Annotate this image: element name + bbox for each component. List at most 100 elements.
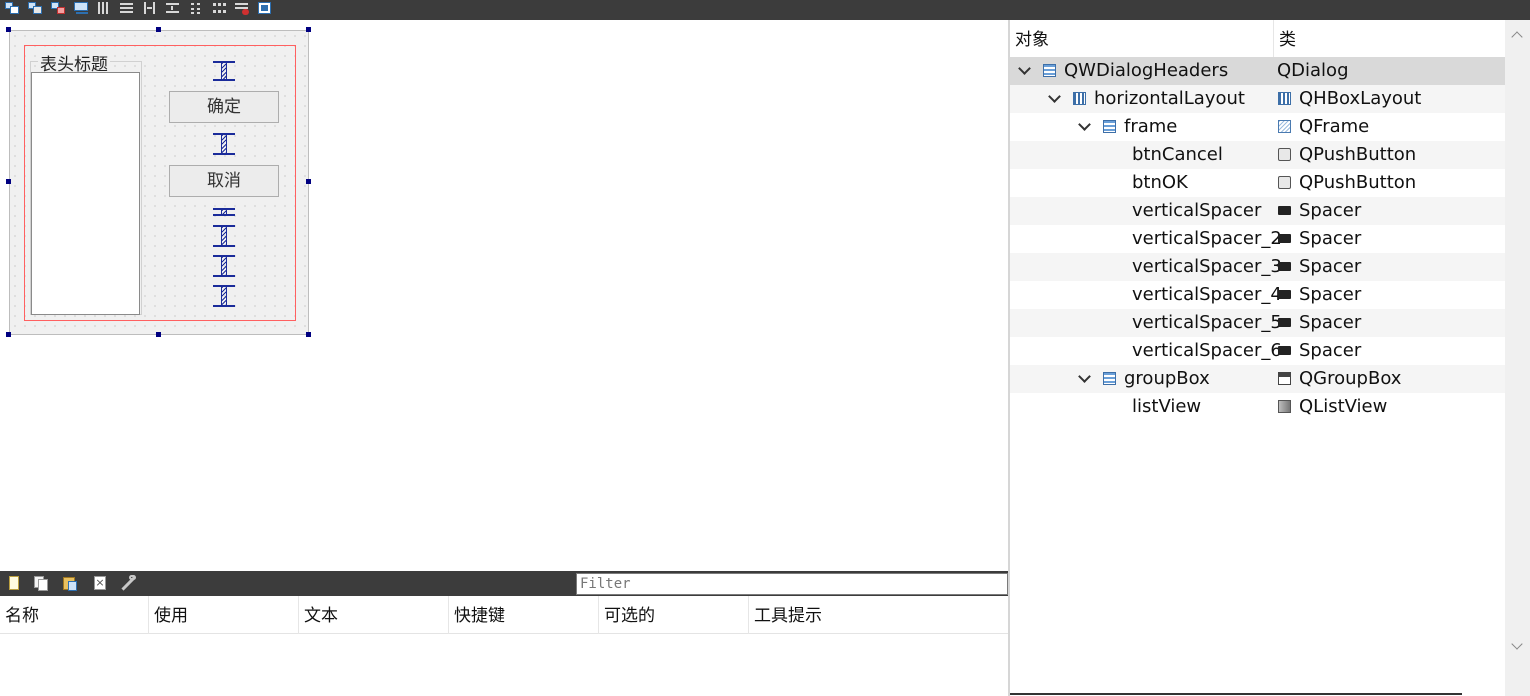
object-name: verticalSpacer_5 <box>1132 312 1282 333</box>
chevron-down-icon[interactable] <box>1078 120 1090 132</box>
class-name: QPushButton <box>1299 172 1417 193</box>
class-name: Spacer <box>1299 200 1362 221</box>
class-name: Spacer <box>1299 228 1362 249</box>
edit-signals-slots-icon[interactable] <box>27 1 43 15</box>
resize-handle-top-left[interactable] <box>6 27 11 32</box>
tree-row-btncancel[interactable]: btnCancel QPushButton <box>1010 141 1505 169</box>
vertical-scrollbar[interactable] <box>1505 20 1530 696</box>
tree-row-verticalspacer-6[interactable]: verticalSpacer_6 Spacer <box>1010 337 1505 365</box>
tree-row-qwdialogheaders[interactable]: QWDialogHeaders QDialog <box>1010 57 1505 85</box>
class-name: QDialog <box>1277 60 1349 81</box>
object-name: verticalSpacer_3 <box>1132 256 1282 277</box>
column-header-object[interactable]: 对象 <box>1010 20 1274 58</box>
spacer-icon <box>1278 206 1291 215</box>
edit-buddies-icon[interactable] <box>50 1 66 15</box>
object-name: QWDialogHeaders <box>1064 60 1229 81</box>
vertical-spacer-4[interactable] <box>213 225 235 247</box>
column-header-checkable[interactable]: 可选的 <box>599 596 749 634</box>
form-icon <box>1103 120 1116 133</box>
vertical-spacer-2[interactable] <box>213 133 235 155</box>
layout-vertical-splitter-icon[interactable] <box>165 1 181 15</box>
column-header-name[interactable]: 名称 <box>0 596 149 634</box>
horizontal-scrollbar[interactable] <box>1010 693 1462 695</box>
list-view[interactable] <box>31 72 140 315</box>
scroll-up-arrow-icon[interactable] <box>1512 30 1522 40</box>
layout-horizontal-icon[interactable] <box>96 1 112 15</box>
layout-form-icon[interactable] <box>188 1 204 15</box>
class-name: QListView <box>1299 396 1388 417</box>
resize-handle-bottom[interactable] <box>156 332 161 337</box>
class-name: Spacer <box>1299 256 1362 277</box>
resize-handle-top[interactable] <box>156 27 161 32</box>
action-editor-toolbar: × Filter <box>0 571 1008 596</box>
break-layout-icon[interactable] <box>234 1 250 15</box>
tree-row-groupbox[interactable]: groupBox QGroupBox <box>1010 365 1505 393</box>
paste-action-icon[interactable] <box>62 575 78 591</box>
tree-row-btnok[interactable]: btnOK QPushButton <box>1010 169 1505 197</box>
chevron-down-icon[interactable] <box>1018 64 1030 76</box>
resize-handle-right[interactable] <box>306 179 311 184</box>
resize-handle-left[interactable] <box>6 179 11 184</box>
filter-input[interactable]: Filter <box>576 573 1008 595</box>
button-frame[interactable]: 确定 取消 <box>150 61 292 317</box>
layout-grid-icon[interactable] <box>211 1 227 15</box>
tree-row-horizontallayout[interactable]: horizontalLayout QHBoxLayout <box>1010 85 1505 113</box>
cancel-button[interactable]: 取消 <box>169 165 279 197</box>
column-header-text[interactable]: 文本 <box>299 596 449 634</box>
object-name: btnOK <box>1132 172 1188 193</box>
column-header-class[interactable]: 类 <box>1274 20 1505 58</box>
form-editor-toolbar <box>0 0 1530 20</box>
tree-row-listview[interactable]: listView QListView <box>1010 393 1505 421</box>
object-name: listView <box>1132 396 1202 417</box>
hbox-layout-icon <box>1073 92 1086 105</box>
vertical-spacer[interactable] <box>213 61 235 81</box>
class-name: Spacer <box>1299 312 1362 333</box>
ok-button[interactable]: 确定 <box>169 91 279 123</box>
action-table-header: 名称 使用 文本 快捷键 可选的 工具提示 <box>0 596 1008 634</box>
vertical-spacer-5[interactable] <box>213 255 235 277</box>
new-action-icon[interactable] <box>6 575 22 591</box>
scroll-down-arrow-icon[interactable] <box>1512 640 1522 650</box>
tree-row-verticalspacer-3[interactable]: verticalSpacer_3 Spacer <box>1010 253 1505 281</box>
push-button-icon <box>1278 148 1291 161</box>
resize-handle-bottom-left[interactable] <box>6 332 11 337</box>
object-name: verticalSpacer_4 <box>1132 284 1282 305</box>
vertical-spacer-6[interactable] <box>213 285 235 307</box>
adjust-size-icon[interactable] <box>257 1 273 15</box>
spacer-icon <box>1278 234 1291 243</box>
group-box-icon <box>1278 372 1291 385</box>
spacer-icon <box>1278 346 1291 355</box>
chevron-down-icon[interactable] <box>1078 372 1090 384</box>
resize-handle-top-right[interactable] <box>306 27 311 32</box>
object-name: btnCancel <box>1132 144 1223 165</box>
tree-row-verticalspacer-2[interactable]: verticalSpacer_2 Spacer <box>1010 225 1505 253</box>
tree-row-verticalspacer-5[interactable]: verticalSpacer_5 Spacer <box>1010 309 1505 337</box>
edit-tab-order-icon[interactable] <box>73 1 89 15</box>
column-header-used[interactable]: 使用 <box>149 596 299 634</box>
vertical-spacer-3[interactable] <box>213 208 235 216</box>
object-inspector: 对象 类 QWDialogHeaders QDialog horizontalL… <box>1010 20 1530 696</box>
delete-action-icon[interactable]: × <box>92 575 108 591</box>
layout-horizontal-splitter-icon[interactable] <box>142 1 158 15</box>
action-table-body[interactable] <box>0 634 1008 696</box>
column-header-tooltip[interactable]: 工具提示 <box>749 596 1008 634</box>
form-design-area[interactable]: 表头标题 确定 取消 <box>0 20 1008 571</box>
frame-icon <box>1278 120 1291 133</box>
class-name: QPushButton <box>1299 144 1417 165</box>
form-icon <box>1103 372 1116 385</box>
layout-vertical-icon[interactable] <box>119 1 135 15</box>
edit-widgets-icon[interactable] <box>4 1 20 15</box>
configure-action-icon[interactable] <box>120 575 136 591</box>
copy-action-icon[interactable] <box>33 575 49 591</box>
tree-row-frame[interactable]: frame QFrame <box>1010 113 1505 141</box>
column-header-shortcut[interactable]: 快捷键 <box>449 596 599 634</box>
resize-handle-bottom-right[interactable] <box>306 332 311 337</box>
list-view-icon <box>1278 400 1291 413</box>
dialog-form[interactable]: 表头标题 确定 取消 <box>9 30 309 335</box>
class-name: Spacer <box>1299 340 1362 361</box>
spacer-icon <box>1278 318 1291 327</box>
tree-row-verticalspacer[interactable]: verticalSpacer Spacer <box>1010 197 1505 225</box>
tree-row-verticalspacer-4[interactable]: verticalSpacer_4 Spacer <box>1010 281 1505 309</box>
chevron-down-icon[interactable] <box>1048 92 1060 104</box>
form-icon <box>1043 64 1056 77</box>
